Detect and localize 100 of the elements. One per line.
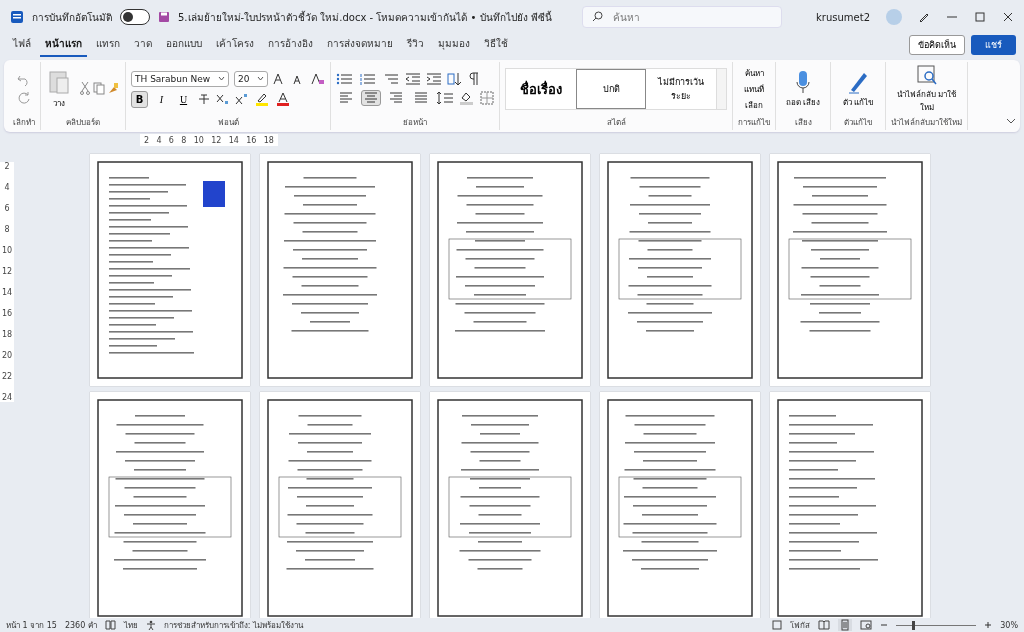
- group-label: การแก้ไข: [738, 117, 770, 129]
- user-name: krusumet2: [816, 11, 870, 23]
- ruler-number: 18: [263, 135, 274, 145]
- group-label: คลิปบอร์ด: [66, 117, 100, 129]
- ruler-number: 16: [246, 135, 257, 145]
- ribbon-tab[interactable]: แทรก: [91, 33, 125, 57]
- pen-icon[interactable]: [918, 11, 930, 23]
- format-button[interactable]: B: [131, 90, 148, 108]
- ribbon-tab[interactable]: การอ้างอิง: [263, 33, 318, 57]
- ruler-number: 4: [156, 135, 162, 145]
- format-button[interactable]: I: [153, 90, 170, 108]
- language-indicator[interactable]: ไทย: [123, 618, 138, 632]
- comments-button[interactable]: ข้อคิดเห็น: [909, 35, 965, 55]
- autosave-toggle[interactable]: [120, 9, 150, 25]
- close-icon[interactable]: [1002, 11, 1014, 23]
- zoom-percentage[interactable]: 30%: [1000, 620, 1018, 630]
- document-search-icon: [915, 64, 938, 86]
- ruler-number: 24: [1, 393, 13, 402]
- font-size-dropdown[interactable]: 20: [234, 70, 268, 87]
- autosave-label: การบันทึกอัตโนมัติ: [32, 10, 112, 25]
- proofing-icon[interactable]: [104, 620, 116, 630]
- clipboard-icon: [48, 68, 70, 95]
- editing-button[interactable]: แทนที่: [742, 82, 766, 96]
- editing-button[interactable]: เลือก: [743, 98, 765, 112]
- ribbon-tab[interactable]: ไฟล์: [8, 33, 36, 57]
- group-label: ย่อหน้า: [403, 117, 427, 129]
- gallery-scrollbar[interactable]: [716, 69, 726, 109]
- ribbon-tab[interactable]: รีวิว: [402, 33, 429, 57]
- word-logo-icon: [10, 10, 24, 24]
- dictate-button[interactable]: ถอด เสียง: [781, 67, 825, 111]
- group-label: เสียง: [794, 117, 812, 129]
- ruler-number: 6: [4, 204, 10, 213]
- decrease-indent-icon[interactable]: [405, 73, 421, 85]
- highlight-icon[interactable]: [254, 92, 270, 106]
- format-painter-icon[interactable]: [106, 80, 120, 95]
- ruler-number: 6: [168, 135, 174, 145]
- editing-button[interactable]: ค้นหา: [742, 66, 766, 80]
- pilcrow-icon[interactable]: [468, 72, 480, 86]
- ribbon-tab[interactable]: เค้าโครง: [211, 33, 259, 57]
- superscript-icon[interactable]: [235, 93, 249, 105]
- print-layout-icon[interactable]: [838, 619, 853, 631]
- increase-indent-icon[interactable]: [426, 73, 442, 85]
- ribbon-tab[interactable]: วาด: [129, 33, 157, 57]
- copy-icon[interactable]: [92, 80, 106, 95]
- align-button[interactable]: [361, 90, 381, 106]
- save-icon[interactable]: [158, 11, 170, 23]
- ribbon-tab[interactable]: ออกแบบ: [161, 33, 207, 57]
- search-icon: [591, 11, 603, 22]
- reuse-files-button[interactable]: นำไฟล์กลับ มาใช้ใหม่: [891, 62, 962, 116]
- web-layout-icon[interactable]: [860, 620, 873, 630]
- zoom-thumb[interactable]: [912, 620, 916, 630]
- chevron-down-icon[interactable]: [1006, 118, 1016, 124]
- ruler-number: 2: [144, 135, 150, 145]
- ribbon-tab[interactable]: มุมมอง: [433, 33, 475, 57]
- zoom-in-icon[interactable]: [984, 621, 993, 629]
- accessibility-status[interactable]: การช่วยสำหรับการเข้าถึง: ไม่พร้อมใช้งาน: [163, 618, 304, 632]
- ruler-number: 2: [4, 162, 10, 171]
- microphone-icon: [796, 69, 810, 94]
- editor-button[interactable]: ตัว แก้ไข: [836, 67, 880, 111]
- ruler-number: 8: [181, 135, 187, 145]
- shading-icon[interactable]: [459, 91, 475, 105]
- ribbon-tab[interactable]: วิธีใช้: [479, 33, 513, 57]
- line-spacing-icon[interactable]: [436, 91, 454, 105]
- document-title: 5.เล่มย้ายใหม่-ใบปรหน้าตัวชี้วัด ใหม่.docx - โหมดความเข้ากันได้ • บันทึกไปยัง พีซีนี้: [178, 9, 552, 25]
- sort-icon[interactable]: [447, 72, 463, 86]
- read-mode-icon[interactable]: [818, 620, 831, 630]
- ribbon-tab[interactable]: หน้าแรก: [40, 33, 87, 57]
- word-count[interactable]: 2360 คำ: [64, 618, 97, 632]
- caret-icon: [218, 76, 225, 81]
- subscript-icon[interactable]: [216, 93, 230, 105]
- numbering-icon[interactable]: [359, 73, 377, 85]
- group-label: นำไฟล์กลับมาใช้ใหม่: [891, 117, 962, 129]
- ruler-number: 8: [4, 225, 10, 234]
- bullets-icon[interactable]: [336, 73, 354, 85]
- paste-button[interactable]: วาง: [46, 66, 72, 112]
- share-button[interactable]: แชร์: [971, 35, 1016, 55]
- ruler-number: 16: [1, 309, 13, 318]
- ruler-number: 10: [1, 246, 13, 255]
- group-label: เลิกทำ: [13, 117, 35, 129]
- group-label: สไตล์: [606, 117, 626, 129]
- font-name-dropdown[interactable]: TH Sarabun New: [131, 70, 229, 87]
- focus-mode[interactable]: โฟกัส: [790, 618, 811, 632]
- ruler-number: 18: [1, 330, 13, 339]
- format-button[interactable]: U: [175, 90, 192, 108]
- multilevel-list-icon[interactable]: [382, 73, 400, 85]
- maximize-icon[interactable]: [974, 11, 986, 23]
- ruler-number: 10: [193, 135, 204, 145]
- ruler-number: 14: [1, 288, 13, 297]
- style-option[interactable]: ปกติ: [576, 69, 646, 109]
- scissors-icon[interactable]: [78, 80, 92, 95]
- search-field[interactable]: ค้นหา: [581, 6, 782, 28]
- accessibility-icon[interactable]: [145, 620, 156, 630]
- clear-format-icon[interactable]: [311, 72, 325, 85]
- focus-icon[interactable]: [772, 620, 783, 630]
- page-count[interactable]: หน้า 1 จาก 15: [6, 618, 57, 632]
- font-color-icon[interactable]: [275, 92, 291, 106]
- strikethrough-icon[interactable]: [197, 93, 211, 105]
- zoom-out-icon[interactable]: [880, 621, 889, 629]
- ruler-number: 22: [1, 372, 13, 381]
- ribbon-tab[interactable]: การส่งจดหมาย: [322, 33, 398, 57]
